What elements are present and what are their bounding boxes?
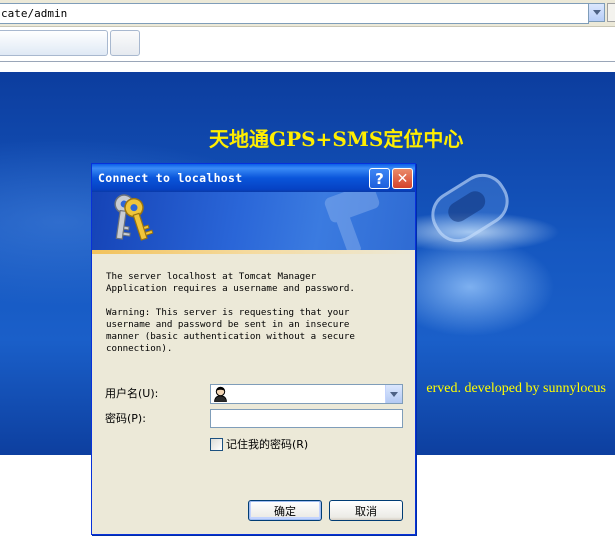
cancel-button[interactable]: 取消	[329, 500, 403, 521]
dropdown-arrow-icon	[390, 391, 398, 397]
browser-tab-active[interactable]	[0, 30, 108, 56]
dropdown-arrow-icon	[592, 10, 601, 15]
chrome-divider	[0, 61, 615, 62]
tab-strip	[0, 27, 615, 60]
dialog-message: The server localhost at Tomcat Manager A…	[106, 271, 355, 294]
ok-button[interactable]: 确定	[248, 500, 322, 521]
remember-password-row[interactable]: 记住我的密码(R)	[210, 437, 308, 451]
address-input[interactable]: cate/admin	[0, 3, 589, 24]
keys-icon	[114, 194, 154, 241]
login-dialog: Connect to localhost ? ✕ The server loca…	[91, 163, 416, 535]
dialog-titlebar[interactable]: Connect to localhost ? ✕	[92, 164, 415, 192]
password-label: 密码(P):	[105, 412, 146, 425]
password-input[interactable]	[210, 409, 403, 428]
address-bar-row: cate/admin	[0, 0, 615, 27]
new-tab-button[interactable]	[110, 30, 140, 56]
security-warning: Warning: This server is requesting that …	[106, 307, 355, 354]
remember-password-checkbox[interactable]	[210, 437, 223, 451]
remember-password-label[interactable]: 记住我的密码(R)	[226, 436, 308, 452]
username-label: 用户名(U):	[105, 387, 159, 400]
address-go-button[interactable]	[607, 3, 615, 22]
close-icon[interactable]: ✕	[392, 168, 413, 189]
user-avatar-icon	[214, 386, 227, 402]
header-key-art-icon	[324, 192, 380, 250]
username-combobox[interactable]	[210, 384, 403, 404]
help-icon[interactable]: ?	[369, 168, 390, 189]
username-dropdown-button[interactable]	[385, 385, 402, 403]
site-title: 天地通GPS+SMS定位中心	[209, 127, 464, 151]
address-dropdown-button[interactable]	[588, 3, 605, 22]
header-accent-bar	[92, 250, 415, 254]
dialog-title: Connect to localhost	[98, 171, 243, 185]
